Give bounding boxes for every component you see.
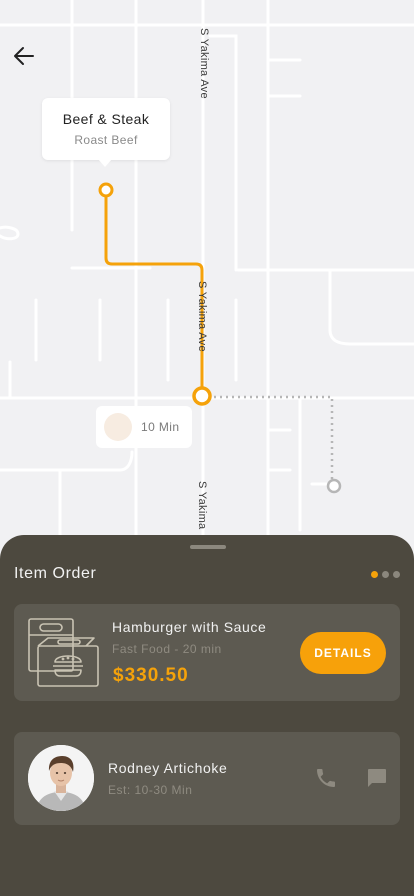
order-price: $330.50 xyxy=(113,665,189,686)
order-sheet: Item Order Hamburger with Sauce Fast Foo… xyxy=(0,535,414,896)
pager-dots[interactable] xyxy=(371,571,400,578)
sheet-title: Item Order xyxy=(14,565,97,582)
active-route xyxy=(104,190,204,396)
restaurant-pin xyxy=(98,182,114,198)
message-button[interactable] xyxy=(365,766,389,790)
back-arrow-icon xyxy=(14,47,34,65)
food-box-icon xyxy=(28,618,99,687)
call-button[interactable] xyxy=(314,766,338,790)
order-card[interactable]: Hamburger with Sauce Fast Food - 20 min … xyxy=(14,604,400,701)
destination-pin xyxy=(326,478,342,494)
restaurant-item: Roast Beef xyxy=(74,133,138,147)
order-item-meta: Fast Food - 20 min xyxy=(112,642,222,656)
eta-text: 10 Min xyxy=(141,420,180,434)
pager-dot[interactable] xyxy=(382,571,389,578)
sheet-drag-handle[interactable] xyxy=(190,545,226,549)
tooltip-tail xyxy=(98,159,112,167)
map-view[interactable]: S Yakima Ave S Yakima Ave S Yakima Beef … xyxy=(0,0,414,560)
back-button[interactable] xyxy=(8,40,40,72)
eta-badge: 10 Min xyxy=(96,406,192,448)
eta-dot xyxy=(104,413,132,441)
courier-photo xyxy=(28,745,94,811)
pager-dot[interactable] xyxy=(371,571,378,578)
avatar xyxy=(28,745,94,811)
street-label: S Yakima Ave xyxy=(198,28,210,99)
order-item-name: Hamburger with Sauce xyxy=(112,619,267,635)
courier-pin xyxy=(192,386,212,406)
restaurant-name: Beef & Steak xyxy=(62,111,150,127)
restaurant-tooltip[interactable]: Beef & Steak Roast Beef xyxy=(42,98,170,160)
courier-name: Rodney Artichoke xyxy=(108,760,228,776)
details-button[interactable]: DETAILS xyxy=(300,632,386,674)
chat-icon xyxy=(368,769,386,787)
street-label: S Yakima Ave xyxy=(196,281,208,352)
courier-eta: Est: 10-30 Min xyxy=(108,783,193,797)
phone-icon xyxy=(317,769,335,787)
pager-dot[interactable] xyxy=(393,571,400,578)
courier-card[interactable]: Rodney Artichoke Est: 10-30 Min xyxy=(14,732,400,825)
street-label: S Yakima xyxy=(196,481,208,530)
